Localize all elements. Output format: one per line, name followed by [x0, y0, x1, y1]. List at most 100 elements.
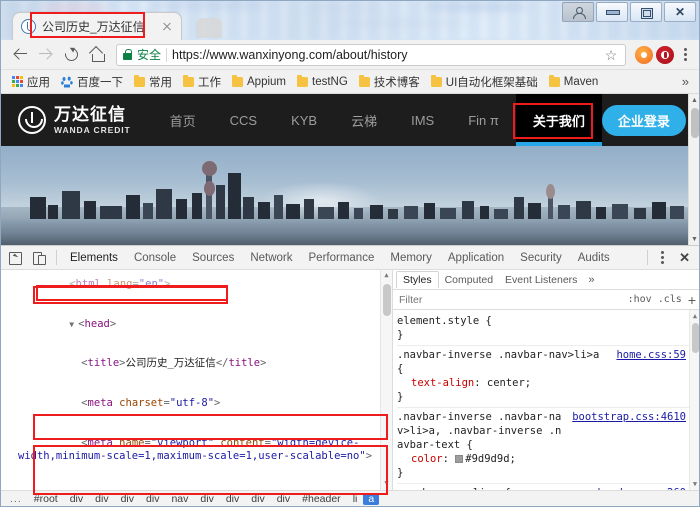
chrome-menu-icon[interactable] — [676, 48, 694, 61]
bookmark-item-jishuboke[interactable]: 技术博客 — [354, 72, 425, 92]
dom-line[interactable]: <html lang="en"> — [2, 270, 392, 305]
styles-tabs-overflow-icon[interactable]: » — [583, 274, 599, 286]
nav-item-finpi[interactable]: Fin π — [451, 94, 516, 146]
css-rule[interactable]: .navbar-inverse .navbar-nav>li>a { home.… — [397, 346, 700, 408]
back-button[interactable] — [6, 42, 32, 68]
browser-tab[interactable]: 公司历史_万达征信 — [12, 12, 182, 40]
enterprise-login-button[interactable]: 企业登录 — [602, 105, 686, 136]
breadcrumb-item[interactable]: div — [115, 493, 140, 505]
tab-close-icon[interactable] — [159, 19, 175, 35]
scroll-up-arrow-icon[interactable]: ▲ — [689, 94, 700, 106]
dom-line[interactable]: <meta charset="utf-8"> — [2, 384, 392, 424]
bookmark-star-icon[interactable]: ☆ — [603, 47, 619, 63]
page-scrollbar-thumb[interactable] — [691, 108, 699, 138]
dom-line[interactable]: <meta name="theme-color" content="#00000… — [2, 476, 392, 490]
home-button[interactable] — [84, 42, 110, 68]
breadcrumb-item[interactable]: div — [64, 493, 89, 505]
red-extension-icon[interactable] — [656, 46, 674, 64]
dom-scrollbar-thumb[interactable] — [383, 284, 391, 316]
css-source-link[interactable]: home.css:59 — [616, 348, 686, 376]
bookmark-item-changyong[interactable]: 常用 — [129, 72, 177, 92]
device-toolbar-icon[interactable] — [28, 248, 50, 268]
devtools-tab-console[interactable]: Console — [127, 249, 183, 267]
css-declaration[interactable]: text-align: center; — [397, 376, 686, 390]
nav-item-yunti[interactable]: 云梯 — [334, 94, 394, 146]
bookmark-item-gongzuo[interactable]: 工作 — [178, 72, 226, 92]
css-source-link[interactable]: bootstrap.css:4610 — [572, 410, 686, 452]
css-value[interactable]: center; — [487, 377, 531, 389]
dom-line[interactable]: ▼<head> — [2, 305, 392, 345]
devtools-close-icon[interactable]: ✕ — [673, 250, 696, 266]
dom-tree-scrollbar[interactable]: ▲ ▼ — [380, 270, 392, 490]
styles-scrollbar[interactable]: ▲ ▼ — [689, 310, 700, 490]
devtools-tab-elements[interactable]: Elements — [63, 249, 125, 267]
devtools-tab-memory[interactable]: Memory — [383, 249, 439, 267]
devtools-tab-audits[interactable]: Audits — [571, 249, 617, 267]
styles-filter-input[interactable] — [397, 293, 622, 307]
hov-button[interactable]: :hov — [628, 294, 652, 305]
styles-tab-styles[interactable]: Styles — [396, 271, 439, 288]
orange-extension-icon[interactable] — [635, 46, 653, 64]
devtools-more-options-icon[interactable] — [656, 251, 669, 264]
css-selector[interactable]: element.style { — [397, 314, 492, 328]
cls-button[interactable]: .cls — [658, 294, 682, 305]
styles-scrollbar-thumb[interactable] — [692, 323, 699, 353]
nav-item-home[interactable]: 首页 — [153, 94, 213, 146]
minimize-button[interactable] — [596, 2, 628, 22]
css-rule[interactable]: .navbar-inverse .navbar-nav>li>a, .navba… — [397, 408, 700, 484]
bookmark-item-testng[interactable]: testNG — [292, 74, 353, 90]
maximize-button[interactable] — [630, 2, 662, 22]
user-profile-button[interactable] — [562, 2, 594, 22]
bookmark-item-baidu[interactable]: 百度一下 — [56, 72, 128, 92]
breadcrumb-ellipsis[interactable]: ... — [4, 493, 28, 505]
breadcrumb-item[interactable]: div — [140, 493, 165, 505]
bookmark-item-appium[interactable]: Appium — [227, 74, 291, 90]
css-property[interactable]: text-align — [411, 377, 474, 389]
styles-scroll-up-icon[interactable]: ▲ — [690, 310, 700, 322]
site-brand[interactable]: 万达征信 WANDA CREDIT — [18, 106, 131, 135]
css-selector[interactable]: .navbar-inverse .navbar-nav>li>a, .navba… — [397, 410, 566, 452]
dom-scroll-down-icon[interactable]: ▼ — [381, 478, 392, 490]
bookmark-apps[interactable]: 应用 — [7, 72, 55, 92]
breadcrumb-item-root[interactable]: #root — [28, 493, 64, 505]
bookmark-item-maven[interactable]: Maven — [544, 74, 604, 90]
css-property[interactable]: color — [411, 453, 443, 465]
css-declaration[interactable]: color: #9d9d9d; — [397, 452, 686, 466]
breadcrumb-item[interactable]: div — [220, 493, 245, 505]
css-rule[interactable]: .navbar-nav>li>a { header.css:260 line-h… — [397, 484, 700, 490]
css-rule[interactable]: element.style { } — [397, 312, 700, 346]
css-selector[interactable]: .navbar-nav>li>a { — [397, 486, 511, 490]
bookmarks-overflow-button[interactable]: » — [682, 74, 693, 89]
css-rules-list[interactable]: element.style { } .navbar-inverse .navba… — [393, 310, 700, 490]
address-bar[interactable]: 安全 https://www.wanxinyong.com/about/hist… — [116, 44, 626, 66]
styles-tab-event-listeners[interactable]: Event Listeners — [499, 272, 583, 288]
dom-scroll-up-icon[interactable]: ▲ — [381, 270, 392, 282]
css-source-link[interactable]: header.css:260 — [597, 486, 686, 490]
devtools-tab-sources[interactable]: Sources — [185, 249, 241, 267]
breadcrumb-item-a-selected[interactable]: a — [363, 493, 379, 505]
dom-tree-pane[interactable]: <html lang="en"> ▼<head> <title>万达征信公司历史… — [0, 270, 393, 490]
dom-line-title[interactable]: <title>万达征信公司历史_万达征信</title> — [2, 344, 392, 384]
bookmark-item-ui-framework[interactable]: UI自动化框架基础 — [426, 72, 543, 92]
nav-item-ccs[interactable]: CCS — [213, 94, 274, 146]
css-selector[interactable]: .navbar-inverse .navbar-nav>li>a { — [397, 348, 610, 376]
css-value[interactable]: #9d9d9d; — [465, 453, 516, 465]
reload-button[interactable] — [58, 42, 84, 68]
new-style-rule-button[interactable]: + — [688, 294, 696, 306]
breadcrumb-item[interactable]: div — [89, 493, 114, 505]
devtools-tab-application[interactable]: Application — [441, 249, 511, 267]
breadcrumb-item[interactable]: div — [271, 493, 296, 505]
inspect-element-icon[interactable] — [4, 248, 26, 268]
close-window-button[interactable]: ✕ — [664, 2, 696, 22]
styles-tab-computed[interactable]: Computed — [439, 272, 499, 288]
page-scrollbar[interactable]: ▲ ▼ — [688, 94, 700, 245]
nav-item-about-us[interactable]: 关于我们 — [516, 94, 602, 146]
new-tab-button[interactable] — [196, 18, 222, 38]
devtools-tab-security[interactable]: Security — [513, 249, 569, 267]
dom-line[interactable]: <meta name="viewport" content="width=dev… — [2, 423, 392, 476]
color-swatch[interactable] — [455, 455, 463, 463]
devtools-tab-network[interactable]: Network — [243, 249, 299, 267]
breadcrumb-item-header[interactable]: #header — [296, 493, 347, 505]
breadcrumb-item-nav[interactable]: nav — [165, 493, 194, 505]
forward-button[interactable] — [32, 42, 58, 68]
